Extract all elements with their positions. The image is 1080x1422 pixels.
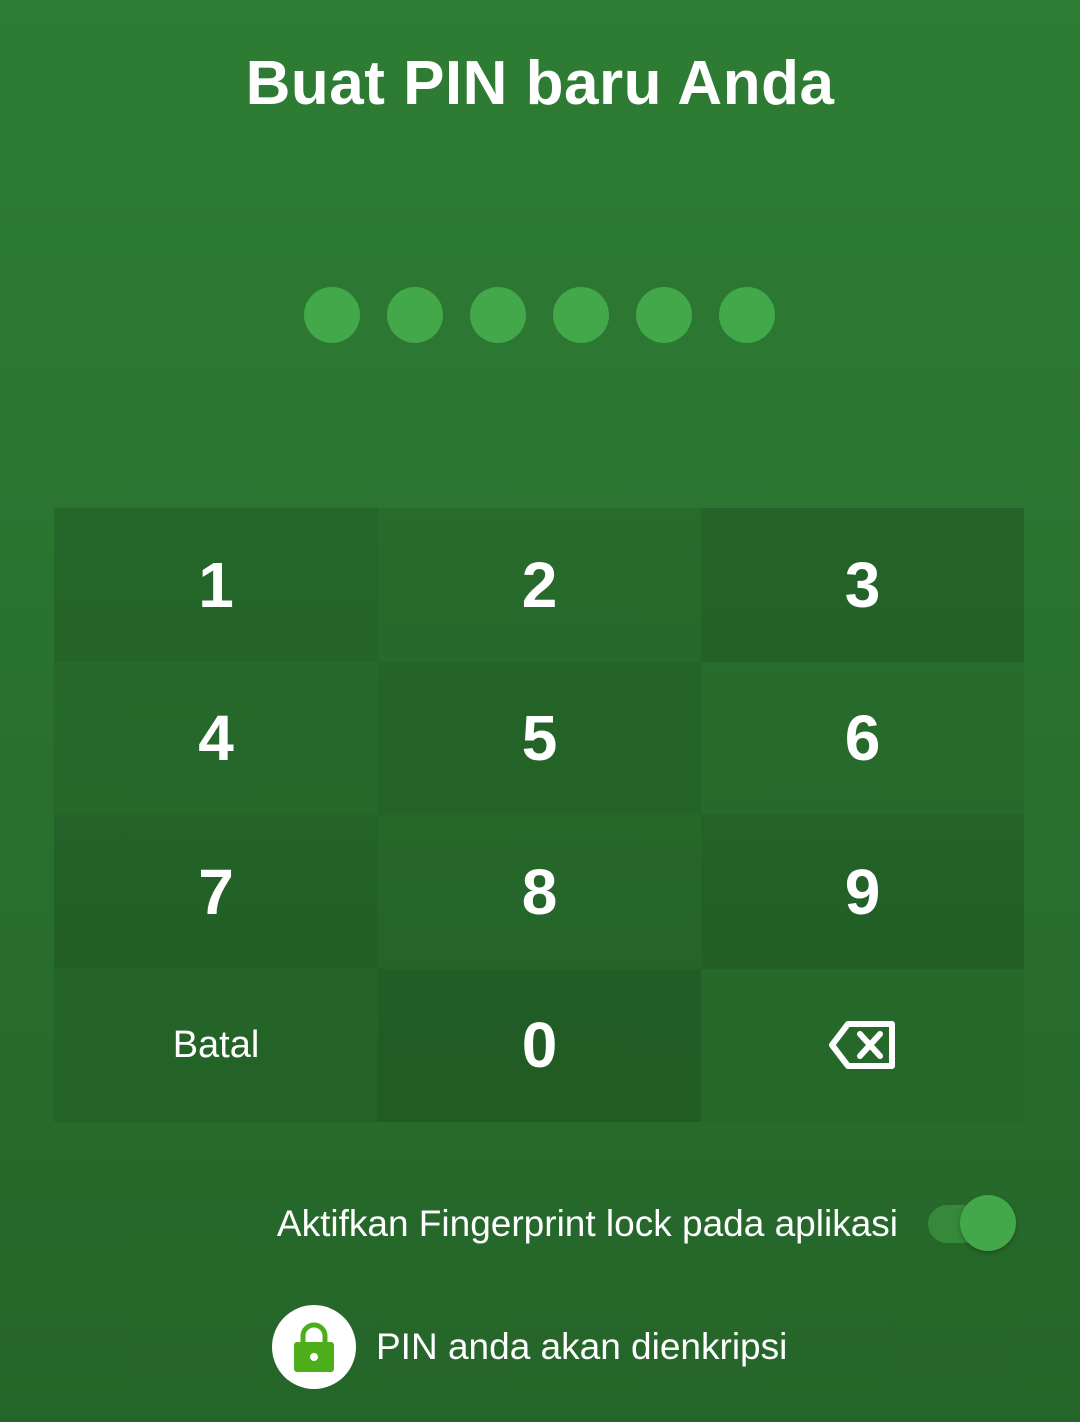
backspace-icon	[828, 1021, 895, 1070]
lock-icon	[294, 1322, 334, 1372]
key-4[interactable]: 4	[54, 661, 378, 815]
key-5[interactable]: 5	[378, 661, 701, 815]
pin-dot	[304, 287, 360, 343]
page-title: Buat PIN baru Anda	[245, 49, 835, 118]
encryption-label: PIN anda akan dienkripsi	[376, 1326, 788, 1367]
key-3[interactable]: 3	[701, 508, 1024, 662]
pin-dot	[719, 287, 775, 343]
pin-dot	[387, 287, 443, 343]
fingerprint-label: Aktifkan Fingerprint lock pada aplikasi	[276, 1203, 898, 1244]
key-0[interactable]: 0	[378, 968, 701, 1122]
fingerprint-setting: Aktifkan Fingerprint lock pada aplikasi	[277, 1194, 1016, 1254]
lock-badge	[272, 1305, 356, 1389]
backspace-button[interactable]	[701, 968, 1024, 1122]
cancel-button[interactable]: Batal	[54, 968, 378, 1122]
pin-indicator	[304, 287, 775, 343]
key-8[interactable]: 8	[378, 815, 701, 969]
key-1[interactable]: 1	[54, 508, 378, 662]
key-6[interactable]: 6	[701, 661, 1024, 815]
encryption-notice: PIN anda akan dienkripsi	[272, 1305, 787, 1389]
numeric-keypad: 1 2 3 4 5 6 7 8 9 Batal 0	[54, 508, 1024, 1122]
key-7[interactable]: 7	[54, 815, 378, 969]
pin-dot	[470, 287, 526, 343]
toggle-thumb	[960, 1195, 1016, 1251]
key-9[interactable]: 9	[701, 815, 1024, 969]
pin-dot	[636, 287, 692, 343]
key-2[interactable]: 2	[378, 508, 701, 662]
fingerprint-toggle[interactable]	[928, 1194, 1016, 1254]
pin-dot	[553, 287, 609, 343]
